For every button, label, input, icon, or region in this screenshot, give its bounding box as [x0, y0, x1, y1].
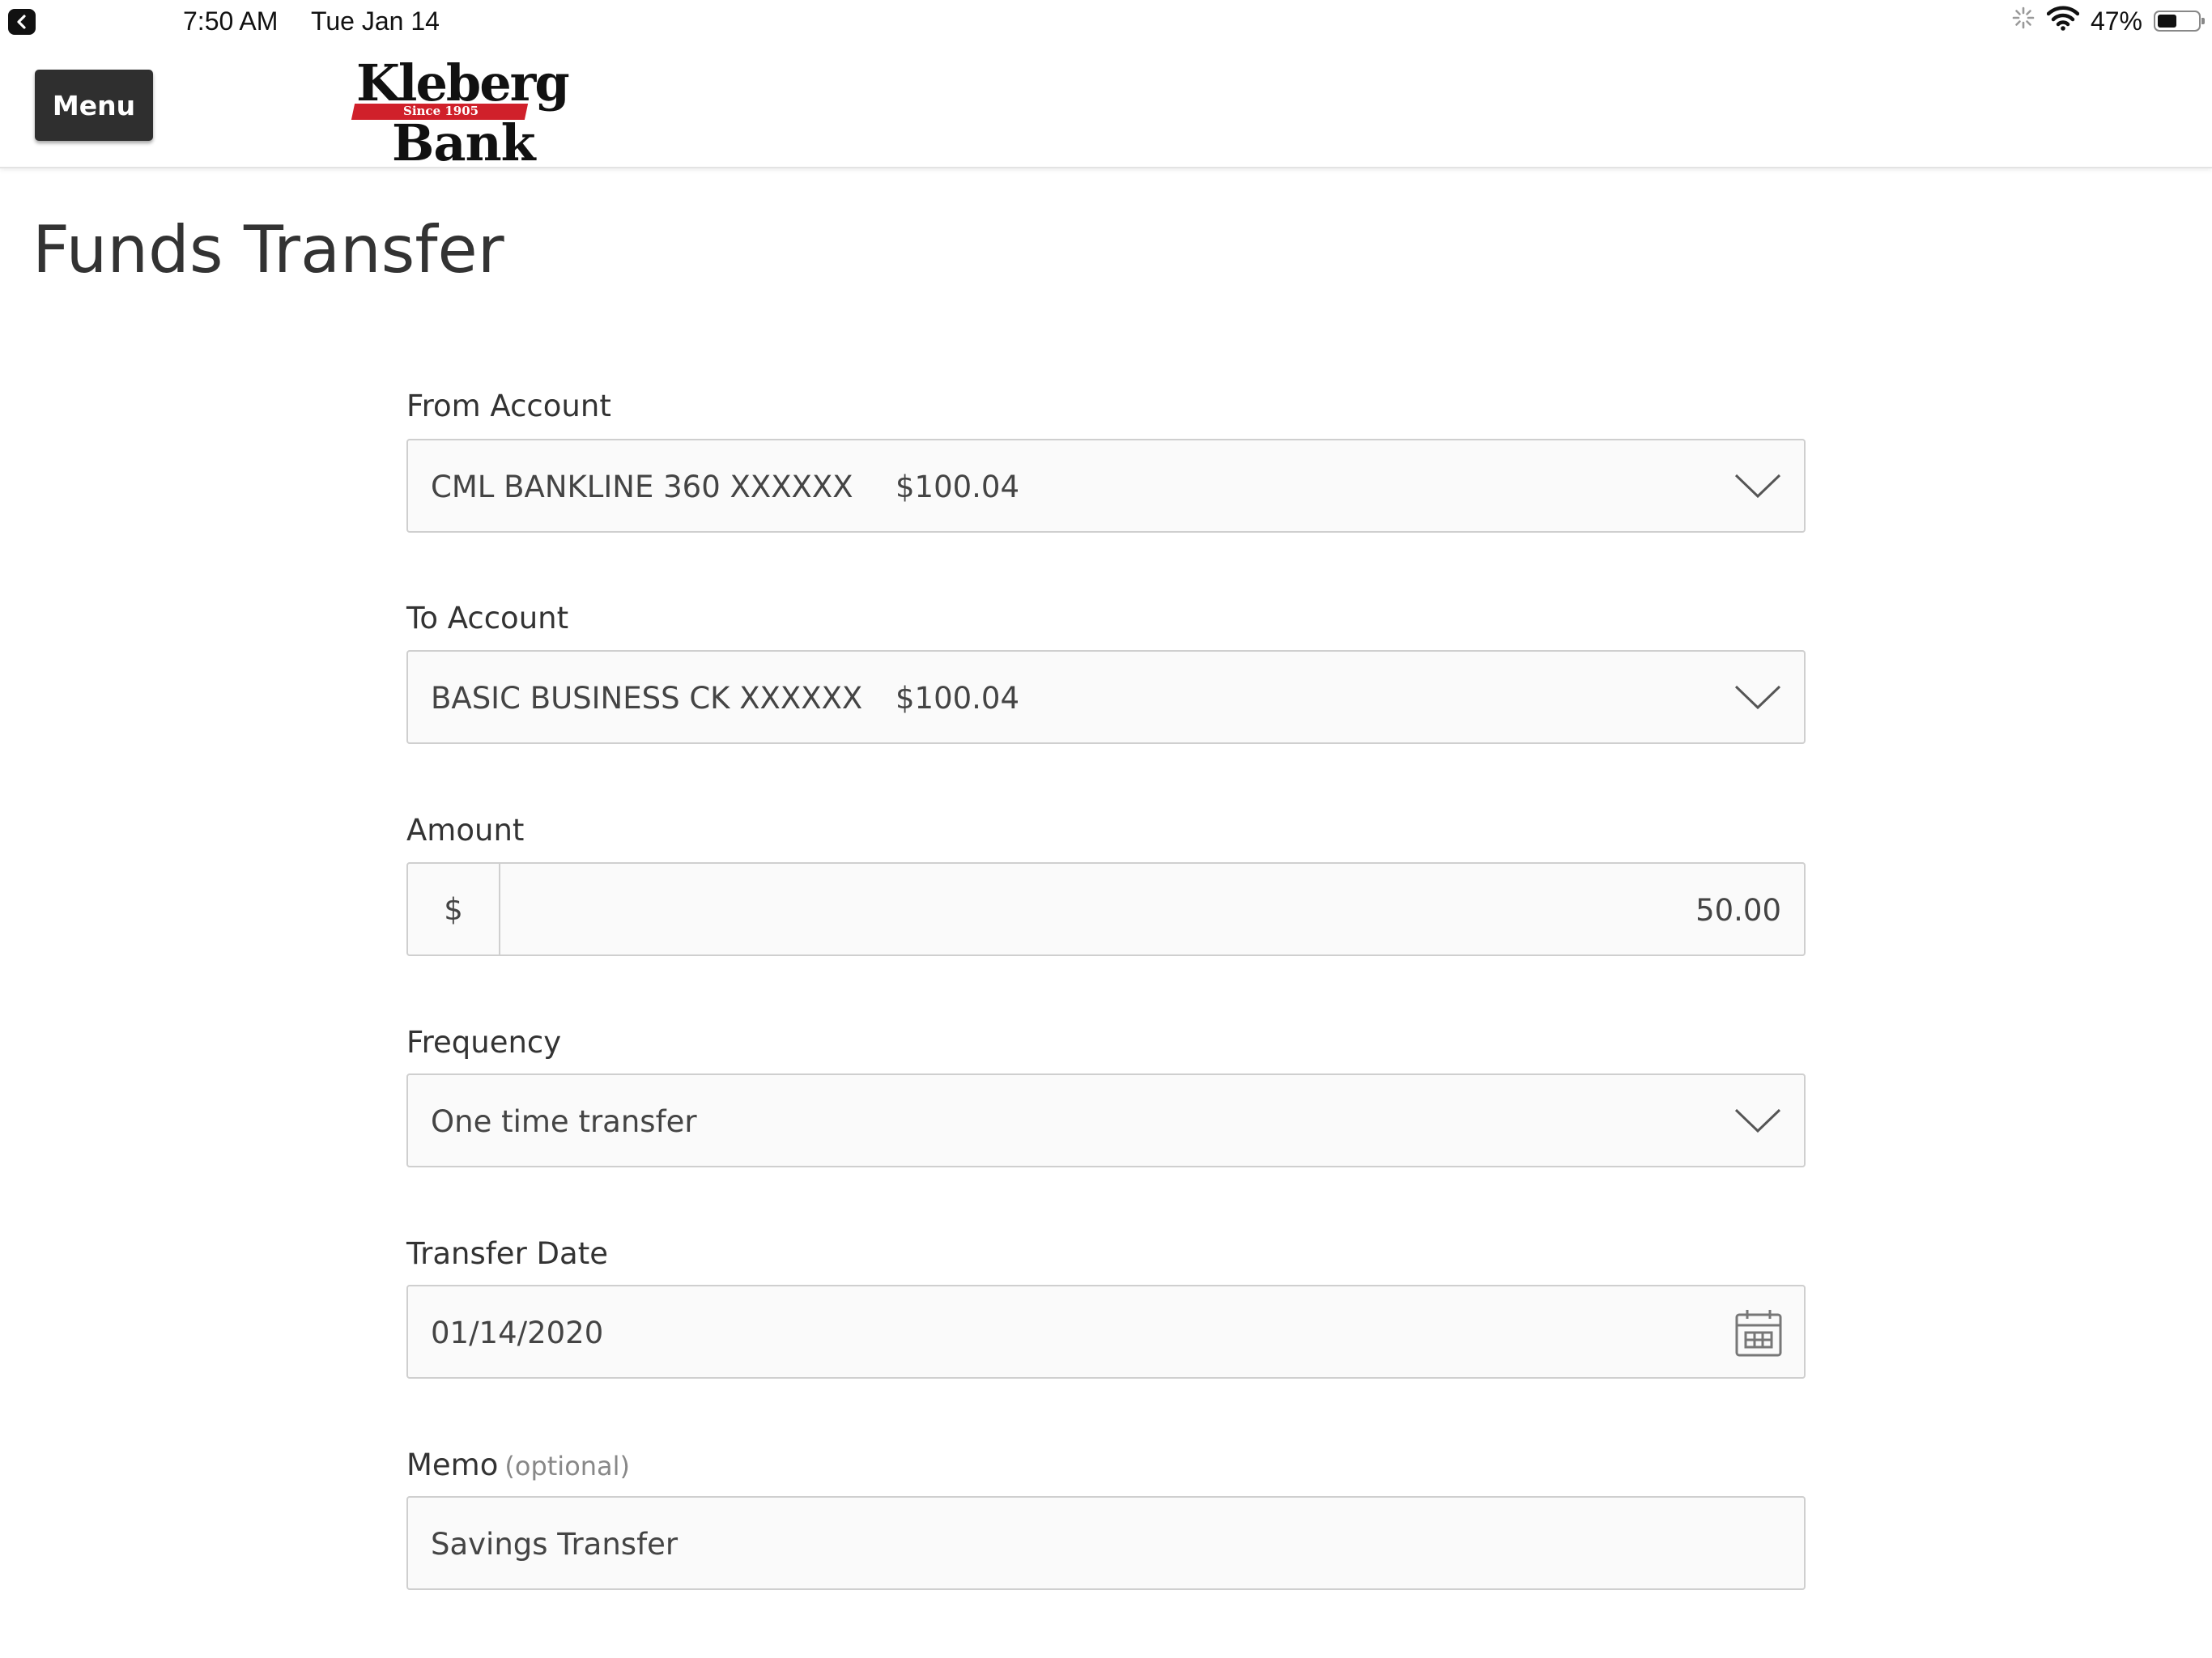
chevron-down-icon — [1734, 685, 1781, 710]
back-to-app-icon[interactable] — [8, 9, 36, 35]
activity-spinner-icon — [2011, 6, 2035, 36]
battery-icon — [2154, 11, 2205, 32]
page-title: Funds Transfer — [32, 212, 504, 287]
memo-optional-hint: (optional) — [504, 1451, 631, 1482]
battery-level — [2158, 15, 2176, 28]
wifi-icon — [2046, 5, 2080, 37]
to-account-balance: $100.04 — [895, 681, 1020, 716]
from-account-balance: $100.04 — [895, 470, 1020, 504]
from-account-label: From Account — [406, 389, 611, 423]
transfer-date-value: 01/14/2020 — [431, 1316, 604, 1350]
amount-label: Amount — [406, 813, 525, 848]
menu-button[interactable]: Menu — [35, 70, 153, 141]
currency-symbol: $ — [408, 864, 500, 954]
transfer-date-input[interactable]: 01/14/2020 — [406, 1285, 1806, 1379]
chevron-down-icon — [1734, 474, 1781, 499]
amount-value: 50.00 — [1695, 893, 1781, 928]
memo-input[interactable]: Savings Transfer — [406, 1496, 1806, 1590]
chevron-down-icon — [1734, 1108, 1781, 1133]
status-date: Tue Jan 14 — [311, 6, 440, 36]
to-account-name: BASIC BUSINESS CK XXXXXX — [431, 681, 863, 716]
battery-percent: 47% — [2090, 6, 2142, 36]
from-account-select[interactable]: CML BANKLINE 360 XXXXXX $100.04 — [406, 439, 1806, 533]
transfer-date-label: Transfer Date — [406, 1236, 608, 1271]
calendar-icon[interactable] — [1734, 1307, 1783, 1358]
status-bar: 7:50 AM Tue Jan 14 47% — [0, 0, 2212, 45]
to-account-select[interactable]: BASIC BUSINESS CK XXXXXX $100.04 — [406, 650, 1806, 744]
app-header: Menu Kleberg Since 1905 Bank — [0, 45, 2212, 172]
amount-input[interactable]: $ 50.00 — [406, 862, 1806, 956]
status-indicators: 47% — [2011, 5, 2205, 37]
to-account-label: To Account — [406, 601, 569, 636]
memo-label: Memo (optional) — [406, 1448, 630, 1482]
kleberg-bank-logo[interactable]: Kleberg Since 1905 Bank — [350, 53, 570, 172]
memo-value: Savings Transfer — [431, 1527, 678, 1562]
from-account-name: CML BANKLINE 360 XXXXXX — [431, 470, 853, 504]
status-time: 7:50 AM — [183, 6, 279, 36]
frequency-select[interactable]: One time transfer — [406, 1073, 1806, 1167]
memo-label-text: Memo — [406, 1448, 499, 1482]
logo-text-bank: Bank — [392, 113, 536, 172]
frequency-label: Frequency — [406, 1025, 562, 1060]
frequency-value: One time transfer — [431, 1104, 697, 1139]
